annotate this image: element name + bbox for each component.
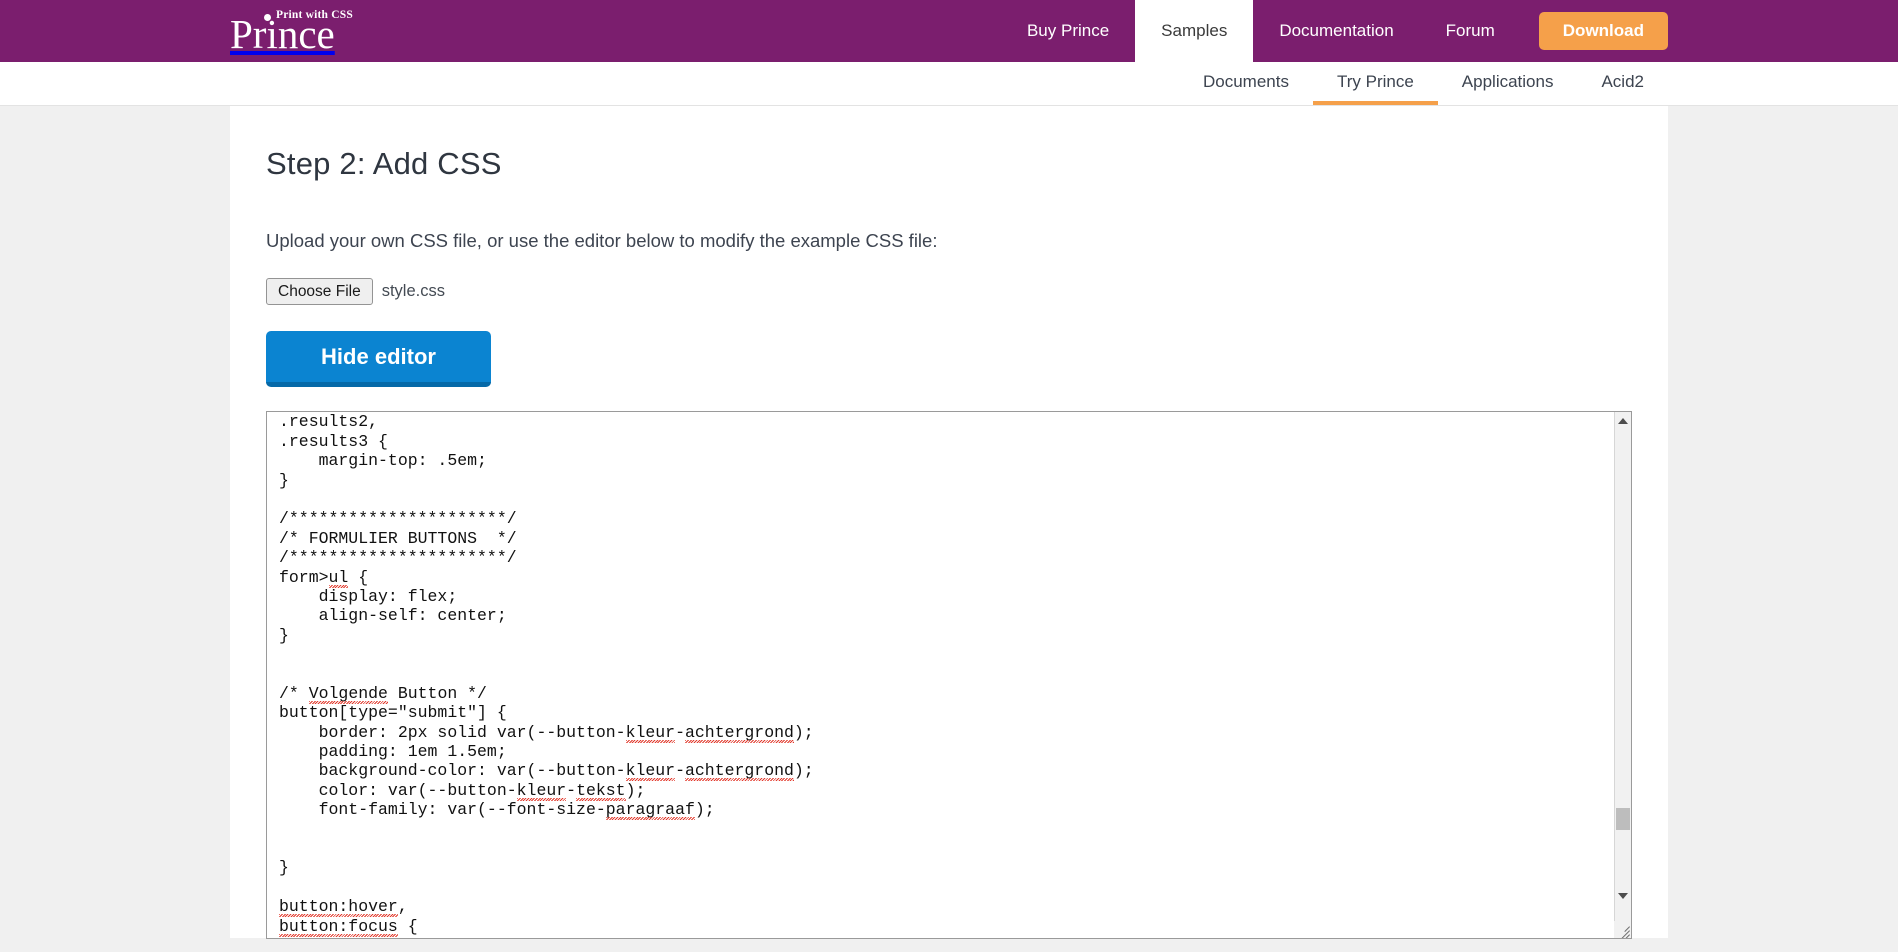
file-upload-row: Choose File style.css (266, 278, 1632, 306)
subnav-item-try-prince[interactable]: Try Prince (1312, 62, 1438, 105)
nav-item-documentation[interactable]: Documentation (1253, 0, 1419, 62)
subnav-item-documents[interactable]: Documents (1179, 62, 1313, 105)
choose-file-button[interactable]: Choose File (266, 278, 373, 306)
scroll-up-icon[interactable] (1615, 412, 1631, 429)
secondary-navigation-bar: Documents Try Prince Applications Acid2 (0, 62, 1898, 106)
editor-scrollbar[interactable] (1614, 412, 1631, 939)
resize-grip-icon[interactable] (1614, 921, 1631, 939)
page-title: Step 2: Add CSS (266, 146, 502, 181)
scroll-down-icon[interactable] (1615, 887, 1631, 904)
selected-filename: style.css (381, 282, 445, 301)
primary-nav: Buy Prince Samples Documentation Forum D… (1001, 0, 1668, 62)
scrollbar-thumb[interactable] (1616, 808, 1630, 831)
nav-item-forum[interactable]: Forum (1420, 0, 1521, 62)
logo-tagline: Print with CSS (276, 9, 353, 21)
secondary-nav: Documents Try Prince Applications Acid2 (1179, 62, 1668, 105)
nav-item-buy-prince[interactable]: Buy Prince (1001, 0, 1135, 62)
subnav-item-applications[interactable]: Applications (1438, 62, 1578, 105)
page-background: Step 2: Add CSS Upload your own CSS file… (0, 106, 1898, 952)
download-button[interactable]: Download (1538, 12, 1668, 50)
hide-editor-button[interactable]: Hide editor (266, 331, 491, 388)
main-content: Step 2: Add CSS Upload your own CSS file… (230, 106, 1668, 940)
css-editor[interactable]: .results2, .results3 { margin-top: .5em;}… (266, 411, 1632, 940)
css-editor-textarea[interactable]: .results2, .results3 { margin-top: .5em;}… (267, 412, 1613, 938)
logo-dot-icon (264, 14, 271, 21)
intro-text: Upload your own CSS file, or use the edi… (266, 230, 938, 251)
top-navigation-bar: Prince Print with CSS Buy Prince Samples… (0, 0, 1898, 62)
nav-item-samples[interactable]: Samples (1135, 0, 1254, 62)
subnav-item-acid2[interactable]: Acid2 (1577, 62, 1668, 105)
site-logo[interactable]: Prince Print with CSS (230, 8, 353, 55)
